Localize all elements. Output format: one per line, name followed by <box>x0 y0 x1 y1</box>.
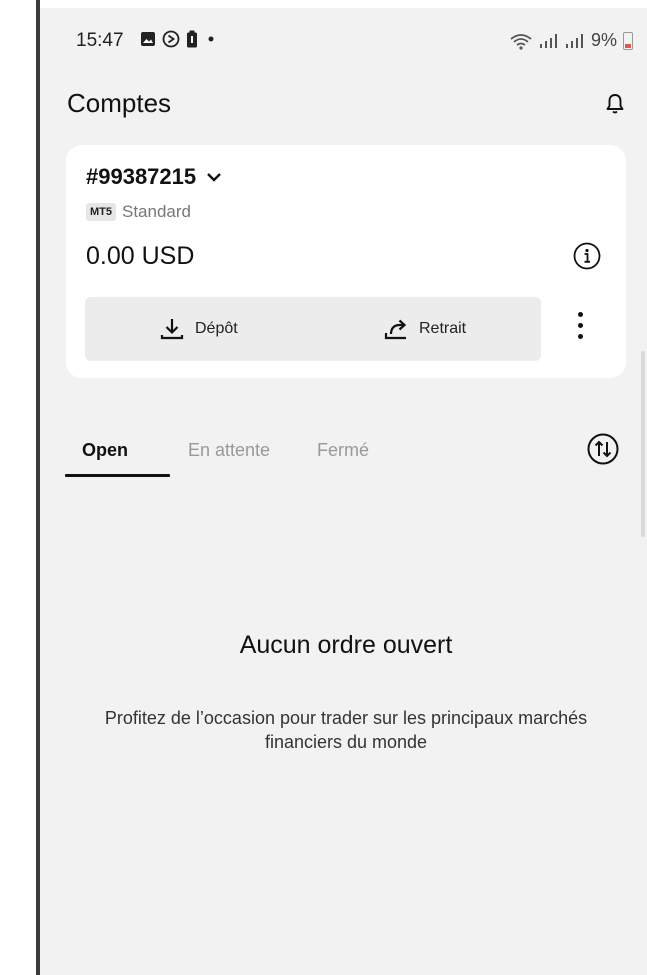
account-balance: 0.00 USD <box>86 242 195 270</box>
account-type-row: MT5 Standard <box>86 202 191 222</box>
more-options-icon[interactable] <box>572 308 588 350</box>
empty-state-title: Aucun ordre ouvert <box>239 631 453 659</box>
battery-percent: 9% <box>590 30 617 50</box>
gallery-icon <box>141 32 155 46</box>
account-selector[interactable]: #99387215 <box>86 164 222 190</box>
scrollbar[interactable] <box>641 351 645 537</box>
account-type: Standard <box>122 202 191 221</box>
tab-open[interactable]: Open <box>82 440 128 461</box>
status-system-icons: 9% <box>509 30 633 51</box>
deposit-button[interactable]: Dépôt <box>159 297 238 361</box>
share-arrow-icon <box>384 319 407 340</box>
withdraw-label: Retrait <box>419 320 467 337</box>
dot-icon <box>208 36 214 42</box>
tab-closed[interactable]: Fermé <box>317 440 369 461</box>
status-time: 15:47 <box>76 30 124 51</box>
battery-icon <box>623 31 633 50</box>
download-icon <box>160 319 184 340</box>
info-icon[interactable] <box>572 241 602 271</box>
empty-state-subtitle: Profitez de l’occasion pour trader sur l… <box>104 708 588 752</box>
battery-saver-icon <box>187 30 197 48</box>
sort-icon[interactable] <box>586 432 620 466</box>
withdraw-button[interactable]: Retrait <box>383 297 466 361</box>
account-card: #99387215 MT5 Standard 0.00 USD Dépôt Re… <box>66 145 626 378</box>
signal-icon <box>539 33 557 48</box>
tab-pending[interactable]: En attente <box>188 440 270 461</box>
wifi-icon <box>510 33 532 50</box>
account-actions: Dépôt Retrait <box>85 297 541 361</box>
account-number: #99387215 <box>86 164 197 189</box>
chevron-down-icon <box>207 173 221 182</box>
status-bar: 15:47 9% <box>40 8 647 68</box>
phone-screen: 15:47 9% Comptes #99387215 MT5 Standard … <box>0 0 647 975</box>
platform-badge: MT5 <box>86 203 116 221</box>
bell-icon[interactable] <box>603 92 627 116</box>
active-tab-indicator <box>65 474 170 477</box>
status-notification-icons <box>140 30 218 48</box>
sync-icon <box>162 30 180 48</box>
signal-icon <box>565 33 583 48</box>
page-title: Comptes <box>67 88 172 118</box>
deposit-label: Dépôt <box>195 320 238 337</box>
accounts-screen: 15:47 9% Comptes #99387215 MT5 Standard … <box>40 8 647 975</box>
orders-tabs: Open En attente Fermé <box>65 436 625 477</box>
